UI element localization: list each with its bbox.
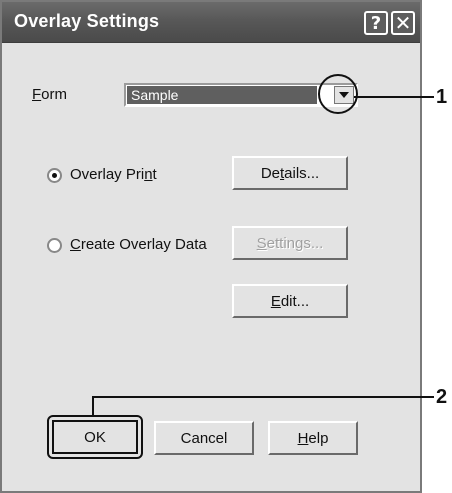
- overlay-print-label-post: t: [152, 166, 157, 183]
- form-label-mnemonic: F: [32, 86, 42, 103]
- settings-label-post: ettings...: [266, 234, 324, 252]
- create-overlay-label-post: reate Overlay Data: [80, 236, 207, 253]
- close-button[interactable]: ✕: [391, 11, 415, 35]
- ok-label: OK: [84, 428, 106, 446]
- callout-number-1: 1: [436, 86, 448, 108]
- edit-label-post: dit...: [280, 292, 310, 310]
- overlay-print-label-pre: Overlay Pri: [70, 166, 145, 183]
- form-label-rest: orm: [41, 86, 68, 103]
- title-bar: Overlay Settings ? ✕: [2, 2, 420, 43]
- callout-number-2: 2: [436, 386, 448, 408]
- cancel-button[interactable]: Cancel: [154, 421, 254, 455]
- cancel-label: Cancel: [180, 429, 228, 447]
- question-mark-icon: ?: [370, 12, 382, 34]
- callout-line-2-horizontal: [92, 396, 434, 398]
- ok-button[interactable]: OK: [52, 420, 138, 454]
- help-label-mnemonic: H: [297, 429, 309, 447]
- edit-button[interactable]: Edit...: [232, 284, 348, 318]
- help-label-post: elp: [308, 429, 329, 447]
- overlay-print-label: Overlay Print: [70, 166, 157, 183]
- callout-line-1: [354, 96, 434, 98]
- overlay-settings-dialog: Overlay Settings ? ✕ Form Sample Overlay…: [0, 0, 422, 493]
- details-button[interactable]: De t ails...: [232, 156, 348, 190]
- create-overlay-label-mnemonic: C: [70, 236, 81, 253]
- overlay-print-radio[interactable]: [47, 168, 62, 183]
- edit-label-mnemonic: E: [270, 292, 281, 310]
- dialog-title: Overlay Settings: [14, 11, 160, 31]
- close-icon: ✕: [394, 11, 412, 35]
- help-title-button[interactable]: ?: [364, 11, 388, 35]
- callout-circle-1: [318, 74, 358, 114]
- settings-label-mnemonic: S: [256, 234, 267, 252]
- create-overlay-data-radio[interactable]: [47, 238, 62, 253]
- details-label-post: ails...: [284, 164, 320, 182]
- details-label-pre: De: [260, 164, 280, 182]
- overlay-print-label-mnemonic: n: [144, 166, 153, 183]
- settings-button[interactable]: Settings...: [232, 226, 348, 260]
- form-dropdown-value: Sample: [127, 86, 317, 104]
- callout-line-2-vertical: [92, 396, 94, 415]
- create-overlay-data-label: Create Overlay Data: [70, 236, 207, 253]
- help-button[interactable]: Help: [268, 421, 358, 455]
- form-label: Form: [32, 86, 67, 103]
